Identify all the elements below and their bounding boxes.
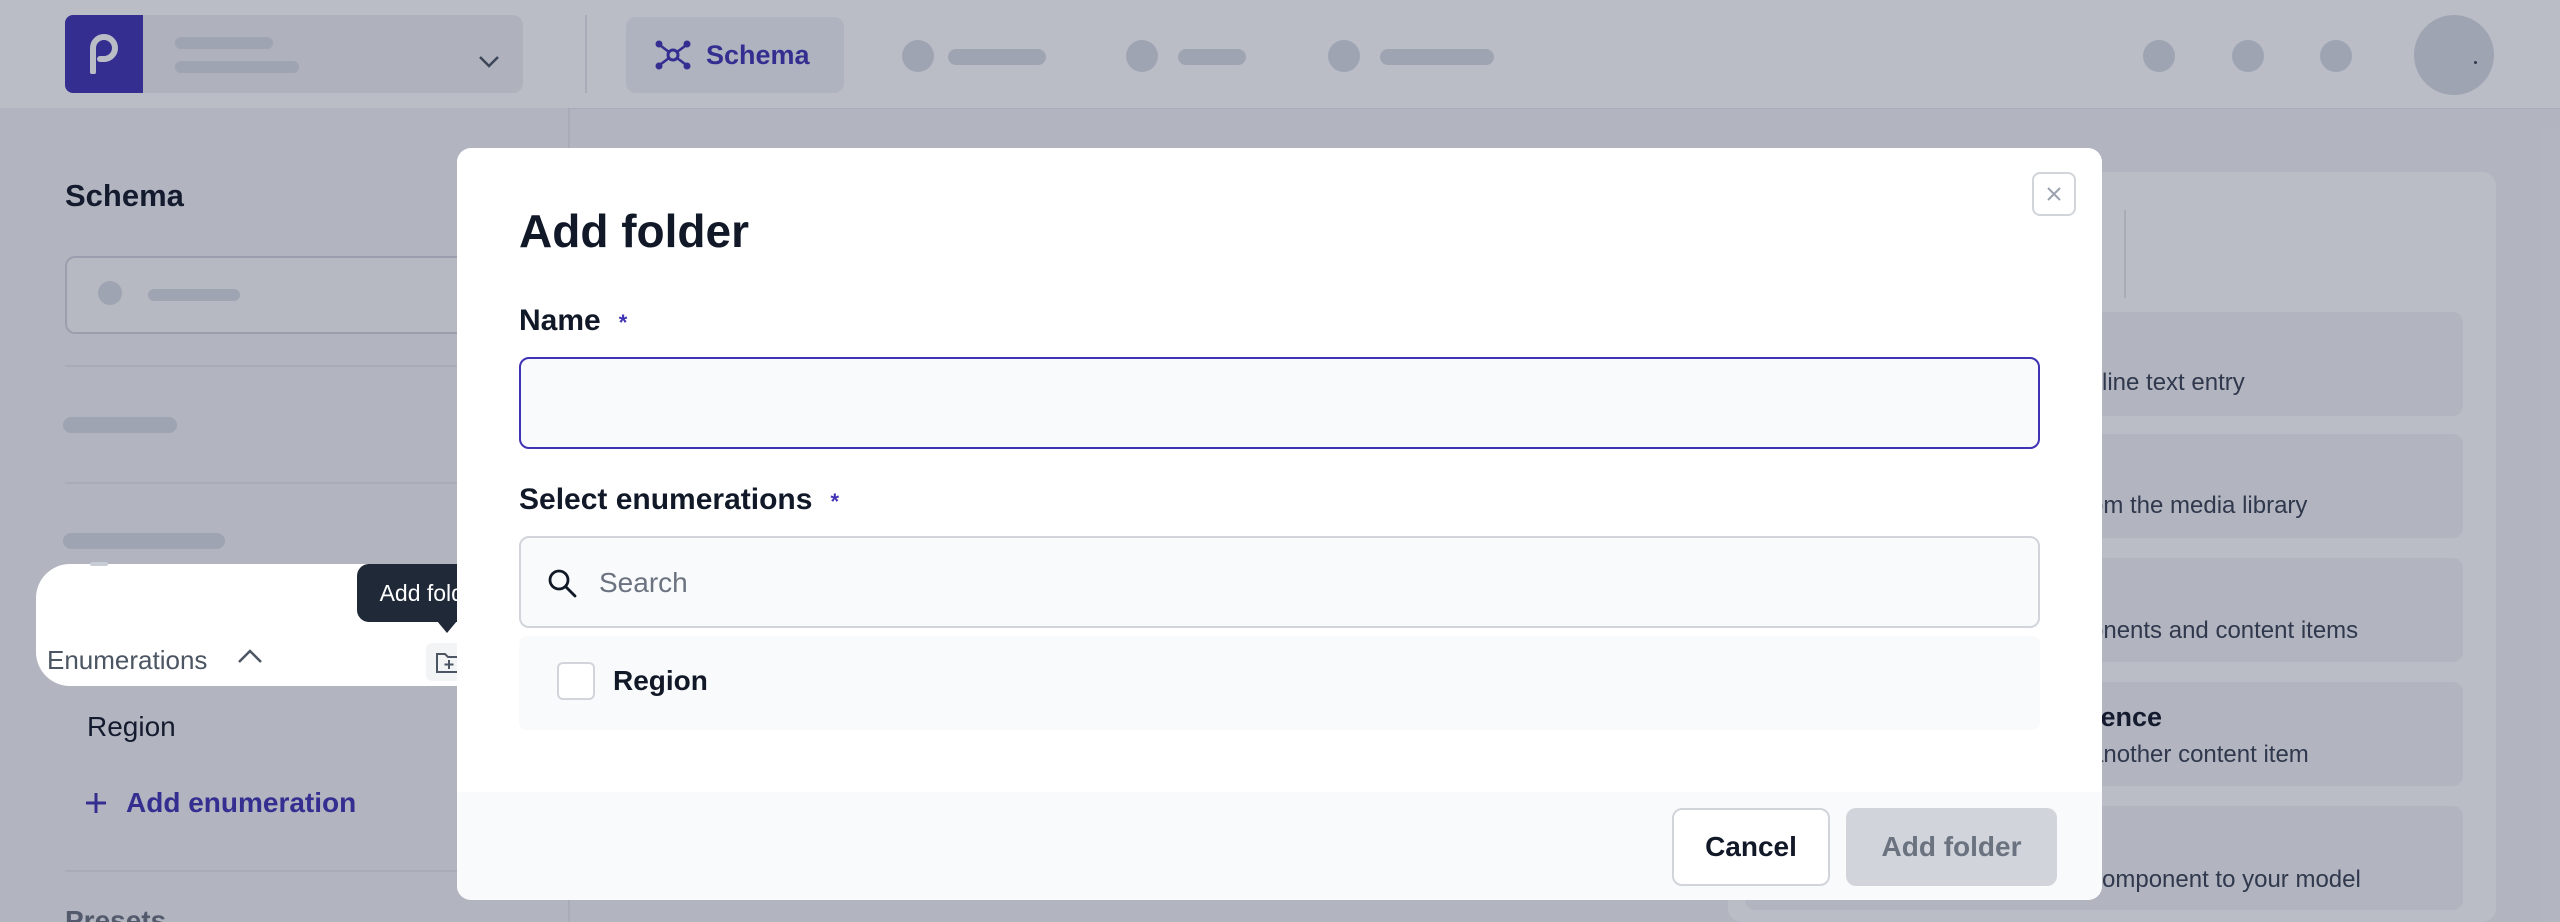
list-item[interactable]: Region <box>557 662 708 700</box>
required-marker: * <box>618 310 628 335</box>
add-folder-modal: Add folder Name * Select enumerations * … <box>457 148 2102 900</box>
section-label-fragment <box>90 562 108 566</box>
modal-close-button[interactable] <box>2032 172 2076 216</box>
cancel-button[interactable]: Cancel <box>1672 808 1830 886</box>
folder-name-input[interactable] <box>519 357 2040 449</box>
enum-field-label: Select enumerations * <box>519 483 839 517</box>
modal-footer: Cancel Add folder <box>457 792 2102 900</box>
modal-title: Add folder <box>519 205 749 257</box>
enumerations-header[interactable]: Enumerations <box>47 645 207 676</box>
name-field-label: Name * <box>519 304 627 338</box>
chevron-up-icon[interactable] <box>237 648 263 664</box>
enum-search-input[interactable] <box>597 540 2001 626</box>
submit-add-folder-button[interactable]: Add folder <box>1846 808 2057 886</box>
enum-search-box[interactable] <box>519 536 2040 628</box>
enum-option-label: Region <box>613 665 708 696</box>
search-icon <box>548 569 577 598</box>
enum-label-text: Select enumerations <box>519 483 813 516</box>
name-label-text: Name <box>519 304 601 337</box>
tooltip-arrow <box>437 621 457 633</box>
required-marker: * <box>830 489 839 514</box>
enum-options-list: Region <box>519 636 2040 730</box>
close-icon <box>2047 187 2061 201</box>
enum-option-checkbox[interactable] <box>557 662 595 700</box>
